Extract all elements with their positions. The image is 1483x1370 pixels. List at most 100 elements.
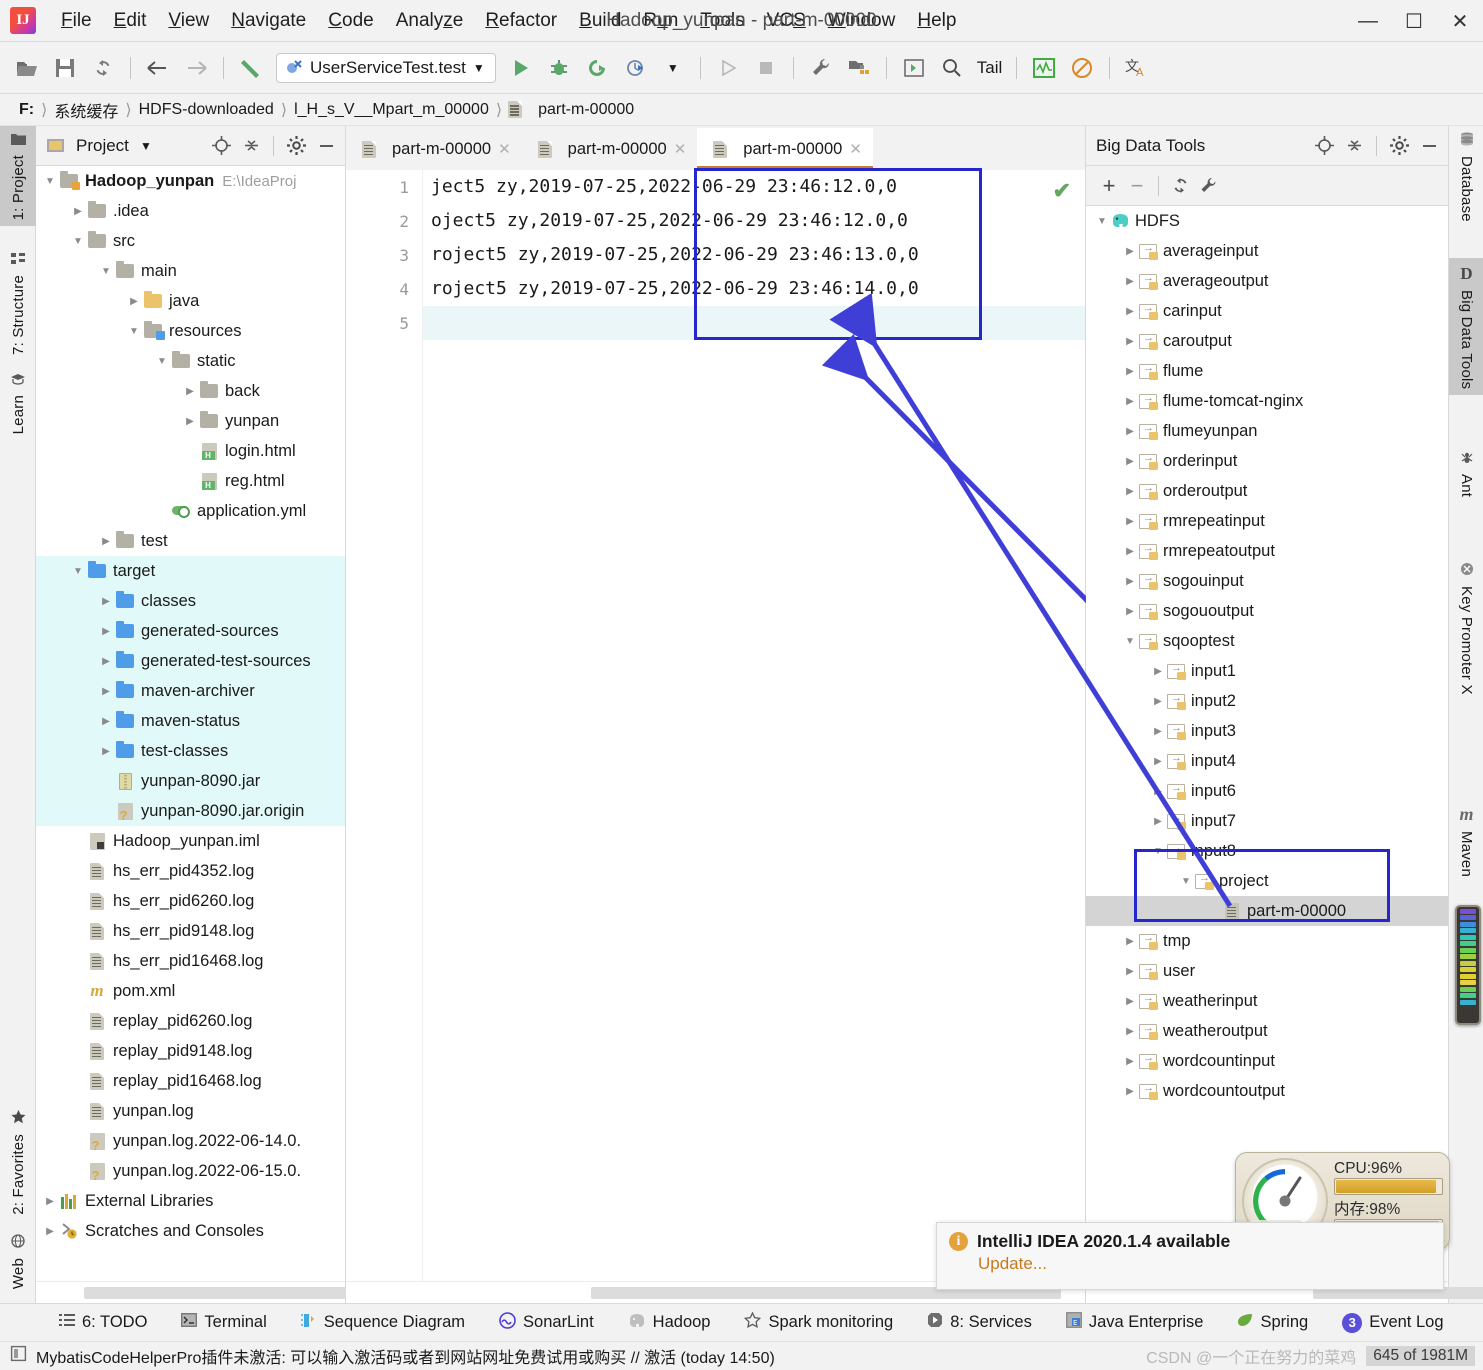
close-icon[interactable]: ✕	[498, 140, 511, 158]
project-tree-row[interactable]: yunpan.log	[36, 1096, 345, 1126]
hdfs-tree-row[interactable]: wordcountoutput	[1086, 1076, 1448, 1106]
update-notification[interactable]: i IntelliJ IDEA 2020.1.4 available Updat…	[936, 1222, 1444, 1290]
project-tree-row[interactable]: ? yunpan.log.2022-06-14.0.	[36, 1126, 345, 1156]
close-icon[interactable]: ✕	[849, 140, 862, 158]
menu-item-vcs[interactable]: VCS	[756, 6, 817, 36]
project-tree-row[interactable]: maven-status	[36, 706, 345, 736]
sync-icon[interactable]	[86, 51, 120, 85]
hdfs-tree-row[interactable]: flume	[1086, 356, 1448, 386]
editor-tab[interactable]: part-m-00000 ✕	[521, 128, 698, 170]
project-tree-row[interactable]: generated-test-sources	[36, 646, 345, 676]
run-disabled-icon[interactable]	[711, 51, 745, 85]
menu-item-analyze[interactable]: Analyze	[385, 6, 475, 36]
chevron-down-icon[interactable]: ▼	[133, 133, 159, 159]
project-tree-row[interactable]: test	[36, 526, 345, 556]
hdfs-tree[interactable]: HDFS averageinput averageoutput carinput car…	[1086, 206, 1448, 1281]
project-tree-row[interactable]: java	[36, 286, 345, 316]
project-tree-row[interactable]: classes	[36, 586, 345, 616]
no-entry-icon[interactable]	[1065, 51, 1099, 85]
hdfs-tree-row[interactable]: rmrepeatoutput	[1086, 536, 1448, 566]
run-icon[interactable]	[504, 51, 538, 85]
hdfs-tree-row[interactable]: rmrepeatinput	[1086, 506, 1448, 536]
hdfs-tree-row[interactable]: wordcountinput	[1086, 1046, 1448, 1076]
open-folder-icon[interactable]	[10, 51, 44, 85]
hdfs-tree-row[interactable]: input8	[1086, 836, 1448, 866]
wrench-icon[interactable]	[1195, 173, 1221, 199]
editor-tab-bar[interactable]: part-m-00000 ✕ part-m-00000 ✕ part-m-00000 ✕	[346, 126, 1085, 170]
hdfs-tree-row[interactable]: input2	[1086, 686, 1448, 716]
project-tree-row[interactable]: main	[36, 256, 345, 286]
hdfs-tree-row[interactable]: project	[1086, 866, 1448, 896]
hdfs-tree-row[interactable]: flume-tomcat-nginx	[1086, 386, 1448, 416]
bottom-item-sonarlint[interactable]: SonarLint	[482, 1311, 611, 1334]
system-monitor-widget[interactable]	[1455, 905, 1481, 1025]
project-tree-row[interactable]: static	[36, 346, 345, 376]
run-with-coverage-icon[interactable]	[580, 51, 614, 85]
menu-item-file[interactable]: File	[50, 6, 103, 36]
run-configuration-selector[interactable]: UserServiceTest.test ▼	[276, 52, 496, 83]
hdfs-tree-row[interactable]: sqooptest	[1086, 626, 1448, 656]
collapse-all-icon[interactable]	[1341, 133, 1367, 159]
close-icon[interactable]: ✕	[674, 140, 687, 158]
project-tree-row[interactable]: replay_pid16468.log	[36, 1066, 345, 1096]
hdfs-tree-row[interactable]: weatheroutput	[1086, 1016, 1448, 1046]
sidebar-item-structure[interactable]: 7: Structure	[0, 246, 36, 361]
project-tree-row[interactable]: hs_err_pid9148.log	[36, 916, 345, 946]
editor-tab[interactable]: part-m-00000 ✕	[346, 128, 522, 170]
project-tree-row[interactable]: resources	[36, 316, 345, 346]
menu-item-window[interactable]: Window	[817, 6, 907, 36]
project-tree-row[interactable]: src	[36, 226, 345, 256]
project-tree-row[interactable]: maven-archiver	[36, 676, 345, 706]
minimize-icon[interactable]: —	[1345, 0, 1391, 42]
hdfs-tree-row[interactable]: weatherinput	[1086, 986, 1448, 1016]
hdfs-tree-row[interactable]: caroutput	[1086, 326, 1448, 356]
bottom-item-services[interactable]: 8: Services	[910, 1312, 1049, 1333]
gear-icon[interactable]	[283, 133, 309, 159]
bottom-item-sequence-diagram[interactable]: Sequence Diagram	[284, 1313, 482, 1333]
sidebar-item-ant[interactable]: Ant	[1449, 444, 1483, 503]
forward-arrow-icon[interactable]	[179, 51, 213, 85]
hdfs-tree-row[interactable]: sogououtput	[1086, 596, 1448, 626]
project-structure-icon[interactable]	[842, 51, 876, 85]
breadcrumb-item-0[interactable]: F:	[14, 101, 39, 119]
breadcrumb-item-2[interactable]: HDFS-downloaded	[134, 101, 279, 119]
sidebar-item-big-data-tools[interactable]: D Big Data Tools	[1449, 258, 1483, 396]
stop-icon[interactable]	[749, 51, 783, 85]
bottom-item-todo[interactable]: 6: TODO	[42, 1313, 164, 1332]
hdfs-tree-row[interactable]: flumeyunpan	[1086, 416, 1448, 446]
bottom-item-terminal[interactable]: Terminal	[164, 1313, 283, 1332]
project-tree-row[interactable]: generated-sources	[36, 616, 345, 646]
project-tree-row[interactable]: ? yunpan.log.2022-06-15.0.	[36, 1156, 345, 1186]
sidebar-item-key-promoter-x[interactable]: Key Promoter X	[1449, 556, 1483, 701]
profile-icon[interactable]	[618, 51, 652, 85]
menu-item-refactor[interactable]: Refactor	[474, 6, 568, 36]
project-tree-row[interactable]: Hlogin.html	[36, 436, 345, 466]
sidebar-item-learn[interactable]: Learn	[0, 366, 36, 440]
code-view[interactable]: 1 2 3 4 5 ject5 zy,2019-07-25,2022-06-29…	[346, 168, 1086, 1281]
status-doc-icon[interactable]	[10, 1345, 27, 1367]
project-tree-row[interactable]: Hadoop_yunpan.iml	[36, 826, 345, 856]
menu-item-code[interactable]: Code	[317, 6, 384, 36]
add-icon[interactable]: +	[1096, 173, 1122, 199]
project-tree-row[interactable]: application.yml	[36, 496, 345, 526]
menu-item-tools[interactable]: Tools	[689, 6, 755, 36]
project-tree-row[interactable]: hs_err_pid4352.log	[36, 856, 345, 886]
project-tree-row[interactable]: .idea	[36, 196, 345, 226]
menu-item-edit[interactable]: Edit	[103, 6, 158, 36]
hdfs-tree-row[interactable]: user	[1086, 956, 1448, 986]
hdfs-tree-row[interactable]: orderinput	[1086, 446, 1448, 476]
project-tree-row[interactable]: ? yunpan-8090.jar.origin	[36, 796, 345, 826]
project-panel-hscrollbar[interactable]	[36, 1281, 359, 1303]
tail-label[interactable]: Tail	[971, 58, 1009, 78]
hdfs-tree-row[interactable]: input6	[1086, 776, 1448, 806]
bottom-item-event-log[interactable]: 3 Event Log	[1325, 1312, 1460, 1333]
breadcrumb-item-3[interactable]: l_H_s_V__Mpart_m_00000	[289, 101, 494, 119]
chevron-down-icon[interactable]: ▼	[656, 51, 690, 85]
hide-panel-icon[interactable]	[1416, 133, 1442, 159]
bottom-item-java-enterprise[interactable]: E Java Enterprise	[1049, 1312, 1221, 1333]
sidebar-item-favorites[interactable]: 2: Favorites	[0, 1104, 36, 1221]
bottom-item-hadoop[interactable]: Hadoop	[611, 1313, 728, 1333]
notification-update-link[interactable]: Update...	[978, 1254, 1431, 1274]
back-arrow-icon[interactable]	[141, 51, 175, 85]
maximize-icon[interactable]: ☐	[1391, 0, 1437, 42]
